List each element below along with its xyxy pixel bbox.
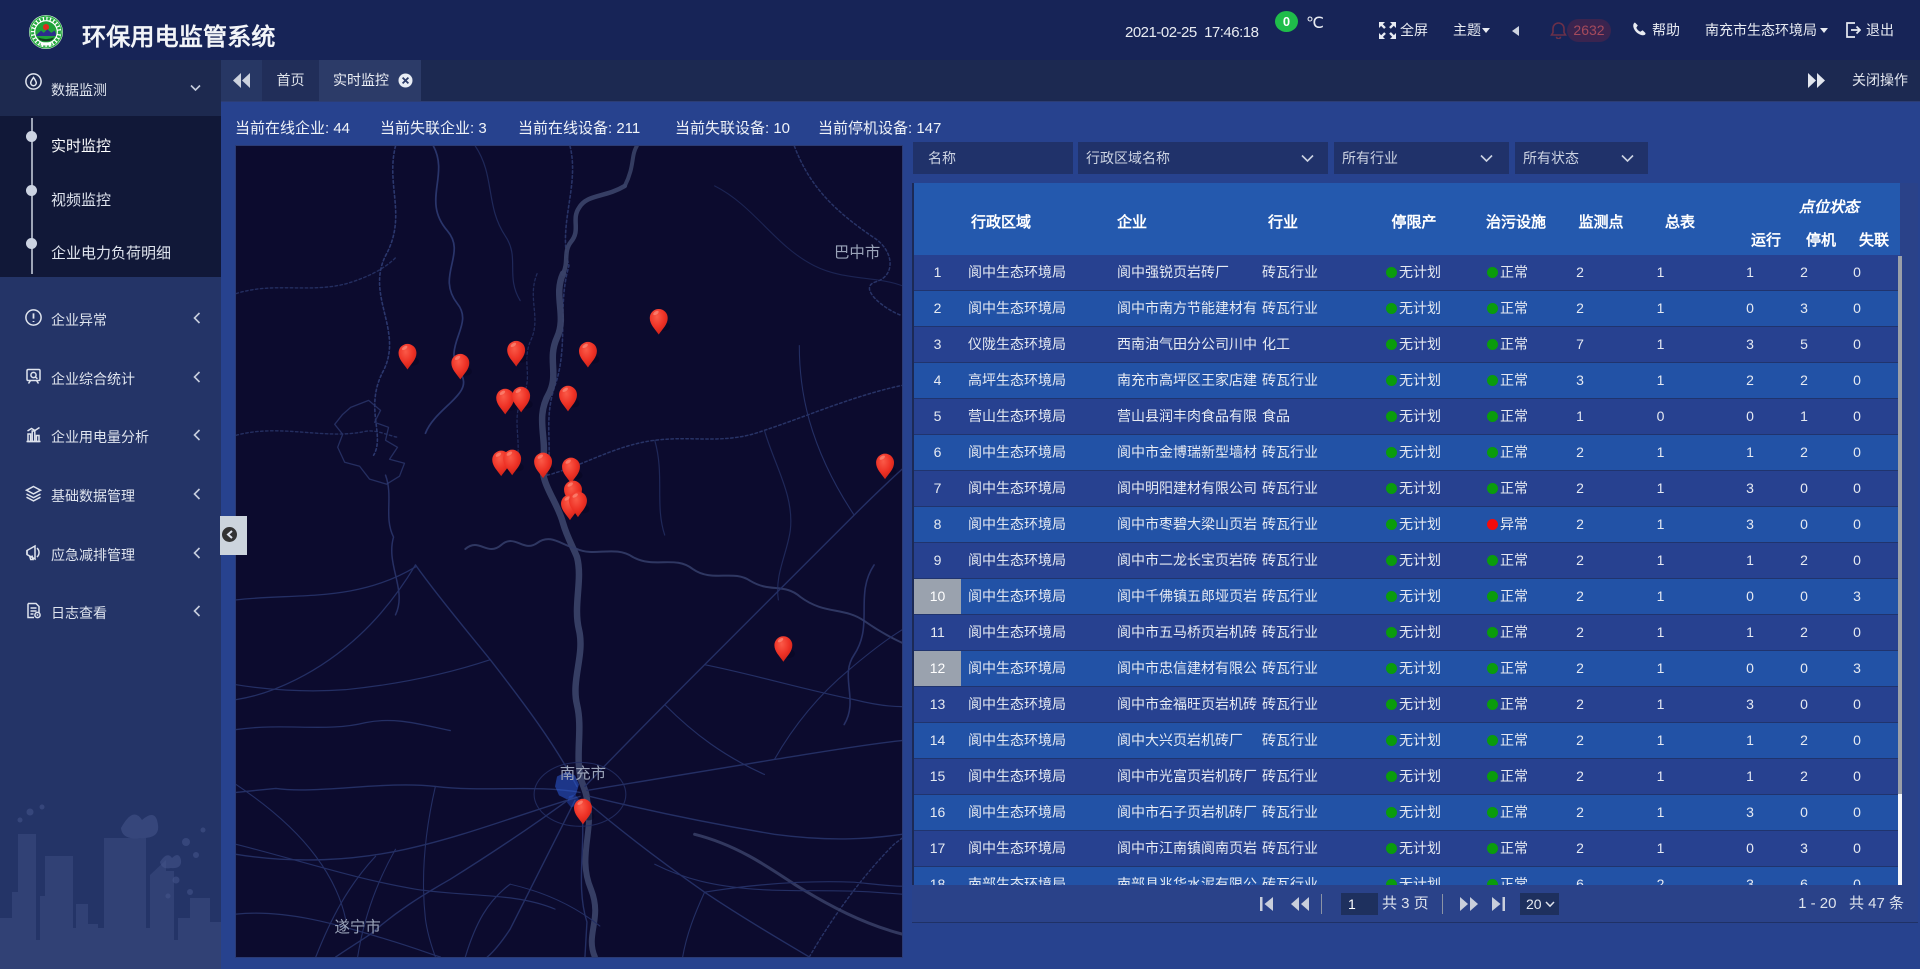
svg-text:巴中市: 巴中市	[834, 244, 880, 262]
svg-text:遂宁市: 遂宁市	[334, 918, 380, 936]
svg-text:南充市: 南充市	[560, 764, 606, 782]
